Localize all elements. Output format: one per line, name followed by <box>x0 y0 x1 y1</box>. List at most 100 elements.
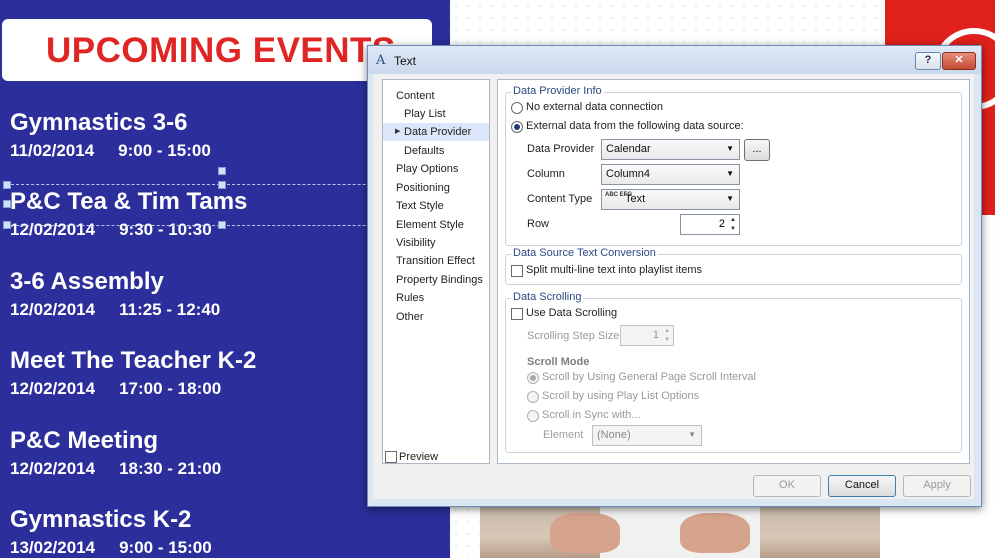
nav-item-rules[interactable]: Rules <box>383 289 489 307</box>
radio-external[interactable] <box>511 121 523 133</box>
step-size-label: Scrolling Step Size <box>527 330 620 342</box>
photo-strip <box>480 505 880 558</box>
radio-no-external[interactable] <box>511 102 523 114</box>
resize-handle[interactable] <box>3 221 11 229</box>
chevron-down-icon: ▼ <box>726 194 734 203</box>
event-time: 9:00 - 15:00 <box>118 141 211 160</box>
preview-label: Preview <box>399 451 439 463</box>
nav-item-defaults[interactable]: Defaults <box>383 142 489 160</box>
event-name: Gymnastics K-2 <box>10 506 192 533</box>
arrow-down-icon[interactable]: ▼ <box>663 336 671 344</box>
row-label: Row <box>527 218 550 230</box>
scrolling-group: Data Scrolling Use Data Scrolling Scroll… <box>505 291 962 453</box>
close-button[interactable]: ✕ <box>942 52 976 70</box>
nav-item-content[interactable]: Content <box>383 87 489 105</box>
content-type-label: Content Type <box>527 193 593 205</box>
text-properties-dialog: A Text ? ✕ Content Play List ▶ Data Provi… <box>367 45 982 507</box>
preview-checkbox[interactable] <box>385 451 397 463</box>
chevron-down-icon: ▼ <box>688 430 696 439</box>
event-time: 18:30 - 21:00 <box>119 459 222 478</box>
event-item: Gymnastics K-2 13/02/2014 9:00 - 15:00 <box>10 506 212 558</box>
event-time: 17:00 - 18:00 <box>119 379 222 398</box>
provider-label: Data Provider <box>527 143 595 155</box>
event-item: Meet The Teacher K-2 12/02/2014 17:00 - 1… <box>10 347 256 399</box>
step-size-stepper[interactable]: 1 ▲ ▼ <box>620 325 674 346</box>
use-scrolling-label: Use Data Scrolling <box>526 307 618 319</box>
group-title: Data Source Text Conversion <box>511 247 658 259</box>
apply-button[interactable]: Apply <box>903 475 971 497</box>
help-button[interactable]: ? <box>915 52 941 70</box>
column-select[interactable]: Column4 ▼ <box>601 164 740 185</box>
cancel-button[interactable]: Cancel <box>828 475 896 497</box>
event-item: Gymnastics 3-6 11/02/2014 9:00 - 15:00 <box>10 109 211 161</box>
chevron-down-icon: ▼ <box>726 169 734 178</box>
provider-select[interactable]: Calendar ▼ <box>601 139 740 160</box>
nav-item-data-provider[interactable]: ▶ Data Provider <box>383 123 489 141</box>
radio-external-label: External data from the following data so… <box>526 120 744 132</box>
photo-hand-right <box>680 513 750 553</box>
ok-button[interactable]: OK <box>753 475 821 497</box>
event-name: 3-6 Assembly <box>10 268 164 295</box>
event-date: 12/02/2014 <box>10 300 96 319</box>
row-stepper[interactable]: 2 ▲ ▼ <box>680 214 740 235</box>
use-scrolling-checkbox[interactable] <box>511 308 523 320</box>
resize-handle[interactable] <box>3 181 11 189</box>
nav-item-positioning[interactable]: Positioning <box>383 179 489 197</box>
nav-item-visibility[interactable]: Visibility <box>383 234 489 252</box>
nav-item-other[interactable]: Other <box>383 308 489 326</box>
dialog-title: Text <box>394 54 417 68</box>
column-label: Column <box>527 168 565 180</box>
split-multiline-label: Split multi-line text into playlist item… <box>526 264 703 276</box>
radio-scroll-sync[interactable] <box>527 410 539 422</box>
nav-item-element-style[interactable]: Element Style <box>383 216 489 234</box>
screen: UPCOMING EVENTS Gymnastics 3-6 11/02/201… <box>0 0 995 558</box>
conversion-group: Data Source Text Conversion Split multi-… <box>505 247 962 285</box>
nav-item-transition-effect[interactable]: Transition Effect <box>383 252 489 270</box>
event-item: P&C Meeting 12/02/2014 18:30 - 21:00 <box>10 427 221 479</box>
event-date: 12/02/2014 <box>10 379 96 398</box>
element-label: Element <box>543 429 584 441</box>
nav-item-play-options[interactable]: Play Options <box>383 160 489 178</box>
event-date: 12/02/2014 <box>10 459 96 478</box>
resize-handle[interactable] <box>3 200 11 208</box>
event-name: Meet The Teacher K-2 <box>10 347 257 374</box>
radio-no-external-label: No external data connection <box>526 101 663 113</box>
data-provider-page: Data Provider Info No external data conn… <box>497 79 970 464</box>
event-time: 11:25 - 12:40 <box>119 300 221 319</box>
nav-item-property-bindings[interactable]: Property Bindings <box>383 271 489 289</box>
event-item: 3-6 Assembly 12/02/2014 11:25 - 12:40 <box>10 268 220 320</box>
nav-item-play-list[interactable]: Play List <box>383 105 489 123</box>
provider-group: Data Provider Info No external data conn… <box>505 85 962 246</box>
radio-scroll-playlist[interactable] <box>527 391 539 403</box>
arrow-up-icon[interactable]: ▲ <box>729 216 737 224</box>
chevron-down-icon: ▼ <box>726 144 734 153</box>
event-date: 11/02/2014 <box>10 141 95 160</box>
event-name: P&C Meeting <box>10 427 159 454</box>
text-tool-icon: A <box>376 53 386 68</box>
events-title: UPCOMING EVENTS <box>46 31 396 70</box>
resize-handle[interactable] <box>218 181 226 189</box>
event-time: 9:00 - 15:00 <box>119 538 212 557</box>
nav-item-text-style[interactable]: Text Style <box>383 197 489 215</box>
arrow-up-icon[interactable]: ▲ <box>663 327 671 335</box>
event-name: Gymnastics 3-6 <box>10 109 188 136</box>
radio-scroll-sync-label: Scroll in Sync with... <box>542 409 641 421</box>
property-nav: Content Play List ▶ Data Provider Default… <box>382 79 490 464</box>
split-multiline-checkbox[interactable] <box>511 265 523 277</box>
browse-button[interactable]: ... <box>744 139 770 161</box>
arrow-down-icon[interactable]: ▼ <box>729 225 737 233</box>
radio-scroll-general[interactable] <box>527 372 539 384</box>
group-title: Data Provider Info <box>511 85 604 97</box>
selection-box[interactable] <box>6 184 426 226</box>
element-select[interactable]: (None) ▼ <box>592 425 702 446</box>
dialog-body: Content Play List ▶ Data Provider Default… <box>373 74 974 499</box>
scroll-mode-heading: Scroll Mode <box>527 356 590 368</box>
content-type-select[interactable]: ABC EFG Text ▼ <box>601 189 740 210</box>
photo-hand-left <box>550 513 620 553</box>
expand-arrow-icon: ▶ <box>395 128 401 135</box>
rotate-handle[interactable] <box>218 167 226 175</box>
dialog-titlebar[interactable]: A Text ? ✕ <box>368 46 981 74</box>
event-date: 13/02/2014 <box>10 538 96 557</box>
resize-handle[interactable] <box>218 221 226 229</box>
group-title: Data Scrolling <box>511 291 584 303</box>
